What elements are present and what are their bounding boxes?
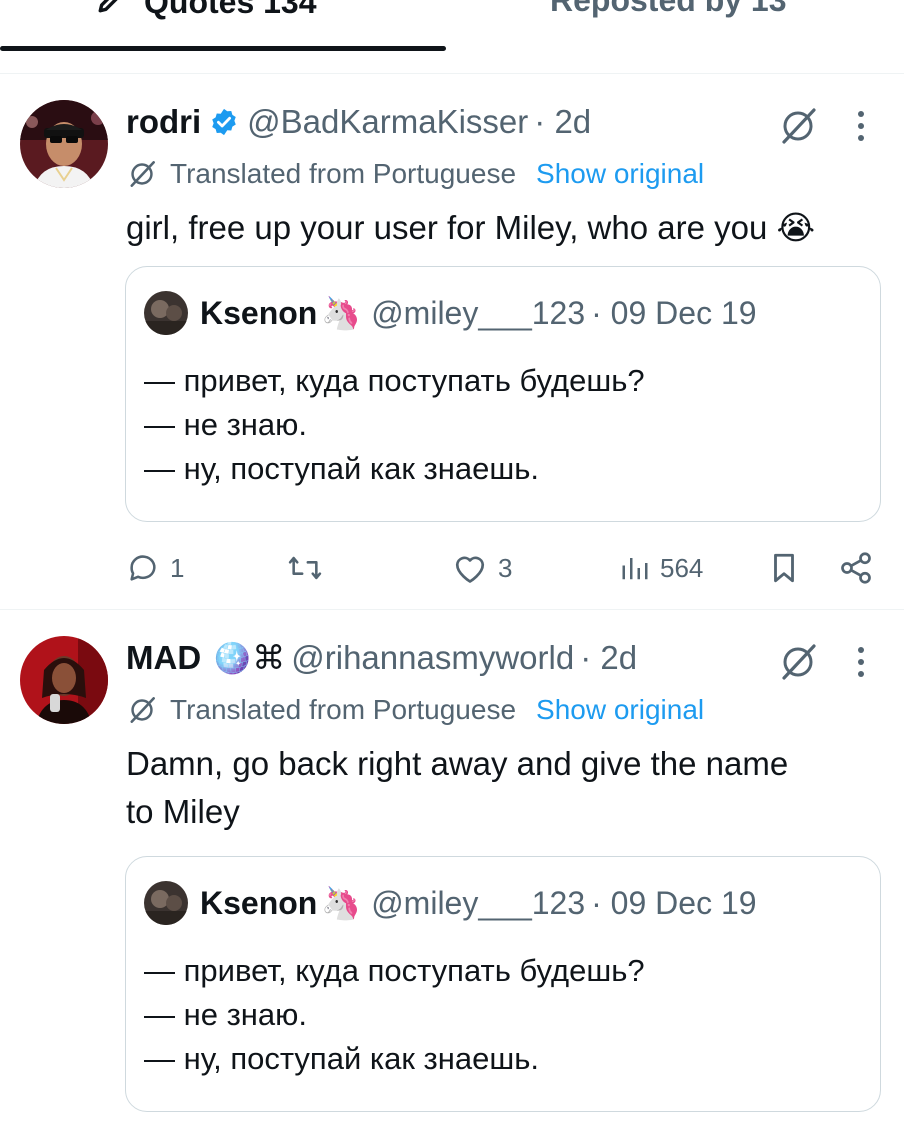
- handle[interactable]: @rihannasmyworld: [291, 639, 574, 677]
- view-count: 564: [660, 552, 704, 583]
- unicorn-emoji: 🦄: [321, 885, 362, 921]
- quoted-text-line: — ну, поступай как знаешь.: [144, 451, 539, 486]
- action-bar: 1 3 564: [126, 546, 886, 590]
- quoted-display-name: Ksenon: [200, 294, 318, 331]
- handle[interactable]: @BadKarmaKisser: [247, 103, 528, 141]
- reply-icon: [126, 551, 160, 585]
- reply-count: 1: [170, 552, 185, 583]
- views-button[interactable]: 564: [620, 546, 703, 590]
- heart-icon: [452, 551, 488, 585]
- quoted-display-name: Ksenon: [200, 884, 318, 921]
- translation-notice: Translated from Portuguese Show original: [126, 690, 704, 730]
- quoted-avatar: [144, 881, 188, 925]
- quoted-post-header: Ksenon 🦄 @miley___123 · 09 Dec 19: [144, 881, 757, 925]
- post-header: rodri @BadKarmaKisser · 2d: [126, 100, 591, 144]
- tab-bar: Quotes 134 Reposted by 13: [0, 0, 904, 74]
- quoted-avatar: [144, 291, 188, 335]
- tab-reposted-by[interactable]: Reposted by 13: [550, 0, 787, 22]
- active-tab-indicator: [0, 46, 446, 51]
- post-text-line: Damn, go back right away and give the na…: [126, 745, 789, 782]
- post-text-line: to Miley: [126, 793, 240, 830]
- quoted-text: — привет, куда поступать будешь? — не зн…: [144, 949, 645, 1081]
- display-name[interactable]: rodri: [126, 103, 201, 141]
- quoted-timestamp: · 09 Dec 19: [591, 294, 757, 331]
- pencil-icon: [96, 0, 130, 23]
- translated-label: Translated from Portuguese: [170, 694, 517, 725]
- quoted-text-line: — привет, куда поступать будешь?: [144, 363, 645, 398]
- post[interactable]: rodri @BadKarmaKisser · 2d Translated fr…: [0, 76, 904, 610]
- unicorn-emoji: 🦄: [321, 295, 362, 331]
- quoted-handle: @miley___123: [371, 294, 586, 331]
- tab-quotes[interactable]: Quotes 134: [96, 0, 317, 22]
- quoted-post-header: Ksenon 🦄 @miley___123 · 09 Dec 19: [144, 291, 757, 335]
- grok-icon[interactable]: [776, 104, 820, 148]
- quoted-post[interactable]: Ksenon 🦄 @miley___123 · 09 Dec 19 — прив…: [125, 266, 881, 522]
- more-options-icon[interactable]: [846, 106, 876, 146]
- quoted-timestamp: · 09 Dec 19: [591, 884, 757, 921]
- quoted-text-line: — не знаю.: [144, 407, 308, 442]
- bookmark-icon: [768, 551, 800, 585]
- avatar[interactable]: [20, 100, 108, 188]
- show-original-link[interactable]: Show original: [536, 158, 704, 190]
- timestamp[interactable]: · 2d: [580, 639, 637, 677]
- views-icon: [620, 553, 650, 583]
- post-text: girl, free up your user for Miley, who a…: [126, 204, 866, 252]
- repost-icon: [286, 551, 324, 585]
- verified-badge-icon: [209, 107, 239, 137]
- post-text: Damn, go back right away and give the na…: [126, 740, 866, 836]
- share-icon: [838, 550, 874, 586]
- share-button[interactable]: [838, 546, 874, 590]
- bookmark-button[interactable]: [768, 546, 800, 590]
- like-count: 3: [498, 552, 513, 583]
- grok-translate-icon: [126, 694, 158, 726]
- quoted-handle: @miley___123: [371, 884, 586, 921]
- quoted-post[interactable]: Ksenon 🦄 @miley___123 · 09 Dec 19 — прив…: [125, 856, 881, 1112]
- quoted-text-line: — ну, поступай как знаешь.: [144, 1041, 539, 1076]
- translation-notice: Translated from Portuguese Show original: [126, 154, 704, 194]
- like-button[interactable]: 3: [452, 546, 512, 590]
- grok-translate-icon: [126, 158, 158, 190]
- quoted-text-line: — привет, куда поступать будешь?: [144, 953, 645, 988]
- tab-quotes-label: Quotes 134: [144, 0, 317, 20]
- quoted-text-line: — не знаю.: [144, 997, 308, 1032]
- show-original-link[interactable]: Show original: [536, 694, 704, 726]
- translated-label: Translated from Portuguese: [170, 158, 517, 189]
- mirror-ball-emoji: 🪩⌘: [211, 639, 286, 676]
- avatar[interactable]: [20, 636, 108, 724]
- post-text-line: girl, free up your user for Miley, who a…: [126, 209, 816, 246]
- timestamp[interactable]: · 2d: [534, 103, 591, 141]
- quoted-text: — привет, куда поступать будешь? — не зн…: [144, 359, 645, 491]
- repost-button[interactable]: [286, 546, 334, 590]
- post-header: MAD 🪩⌘ @rihannasmyworld · 2d: [126, 636, 637, 680]
- reply-button[interactable]: 1: [126, 546, 184, 590]
- more-options-icon[interactable]: [846, 642, 876, 682]
- post[interactable]: MAD 🪩⌘ @rihannasmyworld · 2d Translated …: [0, 612, 904, 1134]
- grok-icon[interactable]: [776, 640, 820, 684]
- display-name[interactable]: MAD: [126, 639, 201, 677]
